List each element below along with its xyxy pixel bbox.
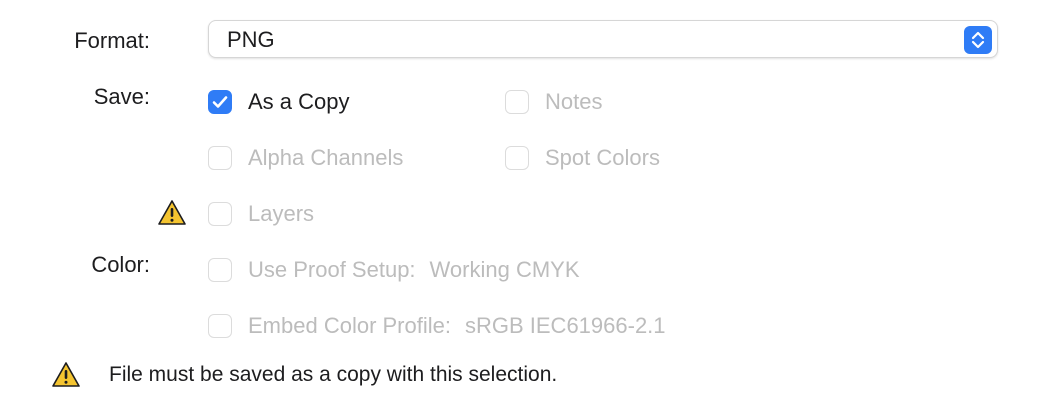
notes-box[interactable]: [505, 90, 529, 114]
format-select-value: PNG: [227, 27, 275, 52]
format-select[interactable]: PNG: [208, 20, 998, 58]
alpha-channels-box[interactable]: [208, 146, 232, 170]
notes-label: Notes: [545, 89, 603, 114]
checkmark-icon[interactable]: [208, 90, 232, 114]
layers-label: Layers: [248, 201, 315, 226]
as-a-copy-checkbox[interactable]: As a Copy: [208, 86, 350, 118]
layers-checkbox[interactable]: Layers: [208, 198, 314, 230]
warning-triangle-icon: [52, 362, 80, 387]
alpha-channels-label: Alpha Channels: [248, 145, 404, 170]
embed-color-profile-checkbox[interactable]: Embed Color Profile: sRGB IEC61966-2.1: [208, 310, 666, 342]
use-proof-setup-label: Use Proof Setup:: [248, 257, 416, 282]
spot-colors-box[interactable]: [505, 146, 529, 170]
use-proof-setup-checkbox[interactable]: Use Proof Setup: Working CMYK: [208, 254, 580, 286]
format-label: Format:: [74, 28, 150, 53]
spot-colors-label: Spot Colors: [545, 145, 660, 170]
use-proof-setup-box[interactable]: [208, 258, 232, 282]
embed-color-profile-value: sRGB IEC61966-2.1: [464, 313, 666, 338]
use-proof-setup-value: Working CMYK: [429, 257, 580, 282]
layers-box[interactable]: [208, 202, 232, 226]
notes-checkbox[interactable]: Notes: [505, 86, 602, 118]
embed-color-profile-box[interactable]: [208, 314, 232, 338]
embed-color-profile-label: Embed Color Profile:: [248, 313, 451, 338]
alpha-channels-checkbox[interactable]: Alpha Channels: [208, 142, 403, 174]
up-down-chevron-icon[interactable]: [964, 26, 992, 54]
layers-warning-icon: [158, 200, 186, 225]
color-label: Color:: [91, 252, 150, 277]
copy-warning-message: File must be saved as a copy with this s…: [109, 363, 558, 386]
as-a-copy-label: As a Copy: [248, 89, 350, 114]
spot-colors-checkbox[interactable]: Spot Colors: [505, 142, 660, 174]
save-label: Save:: [93, 84, 150, 109]
